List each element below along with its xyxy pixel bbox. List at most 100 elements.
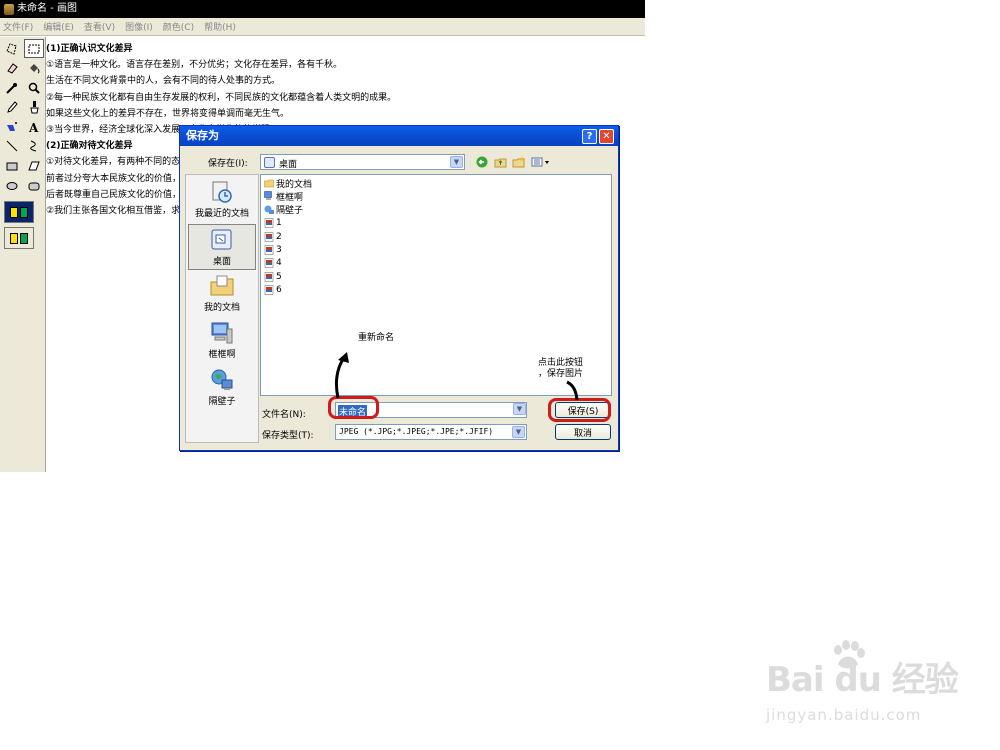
filetype-value: JPEG (*.JPG;*.JPEG;*.JPE;*.JFIF) [339,427,494,436]
save-in-label: 保存在(I): [208,159,248,169]
desktop-small-icon [264,157,275,168]
save-in-value: 桌面 [279,160,298,170]
paint-window-title: 未命名 - 画图 [17,3,77,14]
folder-icon [264,179,274,188]
up-folder-icon[interactable] [492,154,508,170]
rectangle-tool-icon[interactable] [2,157,22,176]
file-list-item[interactable]: 1 [264,217,282,229]
canvas-text-line: ①对待文化差异，有两种不同的态度 [46,157,190,168]
airbrush-tool-icon[interactable] [2,117,22,136]
rename-annotation-text: 重新命名 [358,333,395,343]
canvas-text-line: 前者过分夸大本民族文化的价值， [46,173,182,184]
file-name: 6 [276,285,282,296]
image-file-icon [264,258,274,269]
line-tool-icon[interactable] [2,137,22,156]
place-network[interactable]: 隔壁子 [188,365,256,411]
place-my-documents[interactable]: 我的文档 [188,271,256,317]
canvas-text-line: ②我们主张各国文化相互借鉴，求 [46,206,181,216]
computer-icon [264,191,272,201]
rename-arrow-icon [334,352,349,399]
watermark-logo: Bai du 经验 [766,660,959,700]
paint-title-bar: 未命名 - 画图 [0,0,645,18]
image-file-icon [264,285,274,295]
filetype-dropdown[interactable]: JPEG (*.JPG;*.JPEG;*.JPE;*.JFIF) ▼ [335,424,527,440]
menu-image[interactable]: 图像(I) [125,20,153,33]
transparent-background-option-icon[interactable] [4,227,34,249]
help-button[interactable]: ? [582,129,597,144]
rect-select-tool-icon[interactable] [24,39,44,58]
canvas-text-line: 后者既尊重自己民族文化的价值， [46,189,182,200]
paint-menu-bar: 文件(F) 编辑(E) 查看(V) 图像(I) 颜色(C) 帮助(H) [0,18,645,36]
file-list-item[interactable]: 3 [264,244,282,256]
fill-bucket-tool-icon[interactable] [24,59,44,78]
file-list-item[interactable]: 4 [264,257,282,269]
chevron-down-icon: ▼ [450,156,463,168]
file-list-item[interactable]: 隔壁子 [264,204,303,216]
brush-tool-icon[interactable] [24,98,44,117]
menu-view[interactable]: 查看(V) [84,20,115,33]
place-my-computer[interactable]: 框框啊 [188,318,256,364]
image-file-icon [264,271,274,282]
magnifier-tool-icon[interactable] [24,78,44,97]
my-computer-icon [211,322,233,344]
file-name: 框框啊 [276,192,304,203]
network-places-icon [211,369,233,390]
place-desktop[interactable]: 桌面 [188,224,256,270]
canvas-text-line: ①语言是一种文化。语言存在差别，不分优劣；文化存在差异，各有千秋。 [46,60,343,71]
ellipse-tool-icon[interactable] [2,176,22,195]
chevron-down-icon[interactable]: ▼ [513,403,526,415]
paint-app-icon [4,3,14,15]
network-icon [264,205,274,214]
menu-colors[interactable]: 颜色(C) [163,20,194,33]
place-label: 框框啊 [208,350,236,360]
back-icon[interactable] [474,154,490,170]
place-label: 隔壁子 [208,397,236,407]
save-arrow-icon [566,380,579,401]
save-annotation-text: 点击此按钮 ，保存图片 [538,358,583,380]
text-tool-icon[interactable]: A [24,117,44,136]
polygon-tool-icon[interactable] [24,157,44,176]
new-folder-icon[interactable] [510,154,526,170]
file-list-item[interactable]: 5 [264,271,282,283]
menu-help[interactable]: 帮助(H) [204,20,236,33]
filetype-label: 保存类型(T): [262,431,314,441]
file-list-item[interactable]: 2 [264,231,282,243]
close-button[interactable]: ✕ [599,129,614,144]
curve-tool-icon[interactable] [24,137,44,156]
file-name: 2 [276,231,282,242]
paint-toolbox: A [0,37,46,472]
save-in-dropdown[interactable]: 桌面 ▼ [260,154,465,170]
color-picker-tool-icon[interactable] [2,78,22,97]
places-bar: 我最近的文档 桌面 我的文档 框框啊 隔壁子 [185,174,259,443]
canvas-text-line: ②每一种民族文化都有自由生存发展的权利，不同民族的文化都蕴含着人类文明的成果。 [46,92,397,103]
file-list-item[interactable]: 6 [264,284,282,296]
image-file-icon [264,218,274,228]
file-list-item[interactable]: 我的文档 [264,177,313,190]
place-label: 我最近的文档 [194,209,249,219]
file-list-item[interactable]: 框框啊 [264,190,304,203]
view-menu-icon[interactable] [530,154,552,170]
eraser-tool-icon[interactable] [2,59,22,78]
pencil-tool-icon[interactable] [2,98,22,117]
menu-file[interactable]: 文件(F) [3,20,33,33]
watermark-url: jingyan.baidu.com [766,706,922,724]
screenshot-stage: 未命名 - 画图 文件(F) 编辑(E) 查看(V) 图像(I) 颜色(C) 帮… [0,0,1000,750]
save-annotation-line2: ，保存图片 [538,369,584,379]
file-name: 3 [276,245,282,255]
rounded-rect-tool-icon[interactable] [24,176,44,195]
file-name: 4 [276,258,282,269]
free-select-tool-icon[interactable] [2,39,22,58]
image-file-icon [264,231,274,242]
place-label: 桌面 [212,257,231,267]
opaque-background-option-icon[interactable] [4,201,34,223]
place-label: 我的文档 [203,303,240,313]
file-name: 我的文档 [276,179,313,190]
save-annotation-line1: 点击此按钮 [538,358,584,368]
recent-documents-icon [212,181,232,203]
place-recent[interactable]: 我最近的文档 [188,177,256,223]
file-name: 隔壁子 [276,206,304,217]
cancel-button[interactable]: 取消 [555,424,611,440]
svg-text:A: A [28,121,39,134]
menu-edit[interactable]: 编辑(E) [43,20,74,33]
chevron-down-icon: ▼ [512,426,525,438]
